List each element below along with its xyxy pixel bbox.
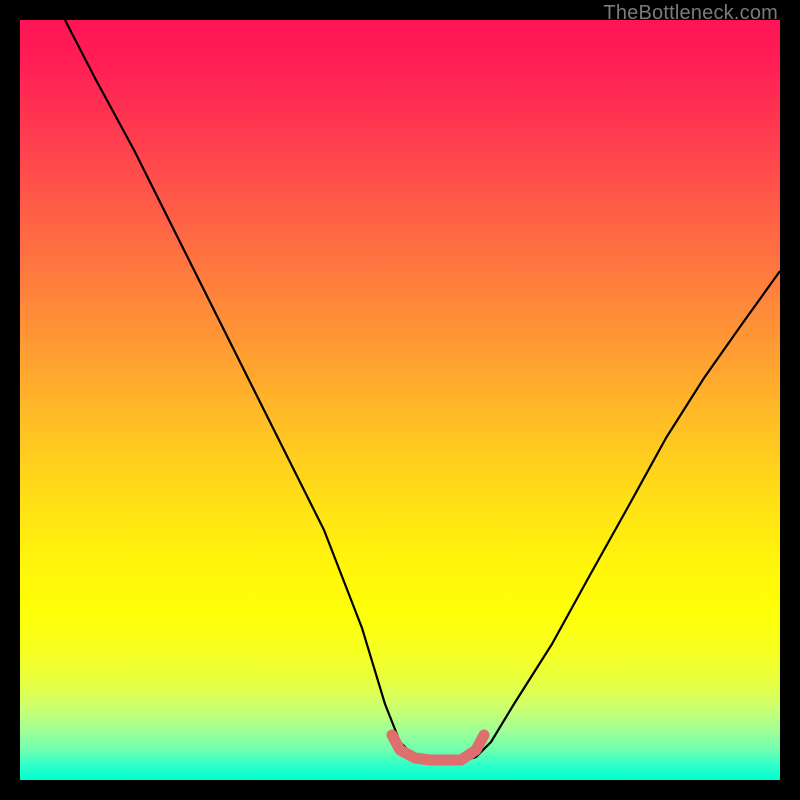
- plot-area: [20, 20, 780, 780]
- chart-svg: [20, 20, 780, 780]
- bottleneck-curve-line: [65, 20, 780, 761]
- watermark-text: TheBottleneck.com: [603, 2, 778, 25]
- chart-container: TheBottleneck.com: [0, 0, 800, 800]
- highlight-band: [392, 735, 484, 760]
